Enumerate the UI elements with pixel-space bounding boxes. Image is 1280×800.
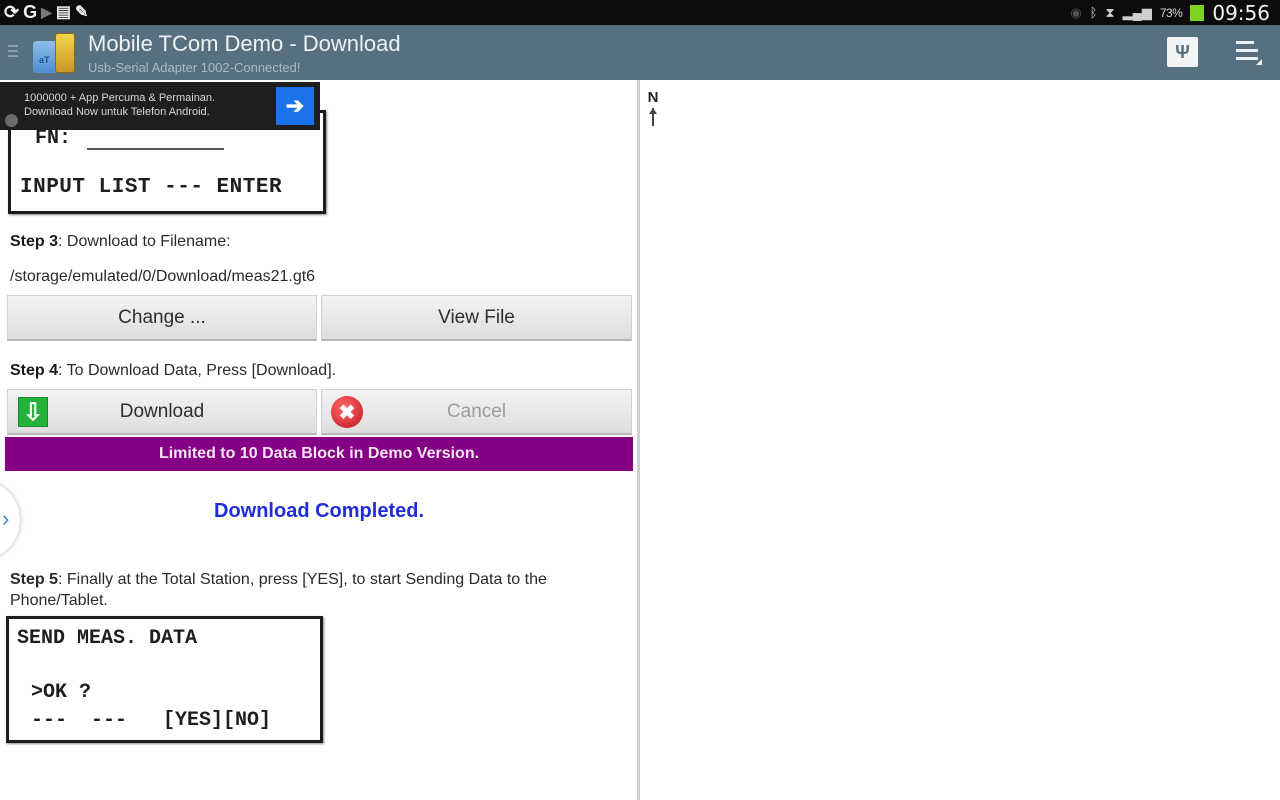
lcd-fn-underline: [87, 148, 224, 150]
overflow-menu-button[interactable]: [1236, 41, 1264, 67]
ad-banner[interactable]: 1000000 + App Percuma & Permainan. Downl…: [0, 82, 320, 130]
view-file-button[interactable]: View File: [321, 295, 632, 341]
step-4-description: : To Download Data, Press [Download].: [58, 362, 337, 379]
clipboard-icon: ▤: [55, 4, 72, 21]
cancel-button[interactable]: ✖ Cancel: [321, 389, 632, 435]
north-arrow-icon: [649, 108, 657, 126]
eye-icon: ◉: [1070, 4, 1082, 20]
edit-icon: ✎: [75, 4, 89, 21]
download-button[interactable]: ⇩ Download: [7, 389, 317, 435]
lcd-send-line-3: --- --- [YES][NO]: [31, 709, 272, 732]
ad-go-button[interactable]: ➔: [276, 87, 314, 125]
download-arrow-icon: ⇩: [18, 397, 48, 427]
step-4-text: Step 4: To Download Data, Press [Downloa…: [10, 362, 336, 380]
lcd-input-list-line: INPUT LIST --- ENTER: [20, 176, 283, 199]
total-station-icon: [55, 33, 75, 73]
cancel-label: Cancel: [446, 400, 507, 422]
download-status: Download Completed.: [214, 500, 424, 522]
signal-icon: ▂▄▆: [1122, 4, 1152, 20]
chevron-right-icon: ›: [2, 506, 10, 531]
demo-limit-notice: Limited to 10 Data Block in Demo Version…: [5, 437, 633, 471]
plot-pane[interactable]: N: [640, 80, 1280, 800]
ad-line-2: Download Now untuk Telefon Android.: [24, 106, 210, 118]
step-5-label: Step 5: [10, 571, 59, 588]
clock: 09:56: [1212, 0, 1270, 25]
notification-icons: ⟳ G ▶ ▤ ✎: [4, 2, 88, 22]
cancel-x-icon: ✖: [331, 396, 363, 428]
wifi-icon: ⧗: [1105, 4, 1115, 20]
side-panel-toggle[interactable]: ›: [0, 480, 20, 560]
ad-line-1: 1000000 + App Percuma & Permainan.: [24, 92, 216, 104]
app-icon-label: aT: [39, 55, 50, 65]
step-3-text: Step 3: Download to Filename:: [10, 233, 231, 251]
lcd-send-line-1: SEND MEAS. DATA: [17, 627, 198, 650]
step-3-label: Step 3: [10, 233, 59, 250]
arrow-right-icon: ➔: [285, 93, 305, 118]
north-label: N: [647, 89, 659, 106]
usb-button[interactable]: Ψ: [1167, 37, 1198, 67]
step-5-text: Step 5: Finally at the Total Station, pr…: [10, 569, 630, 611]
step-3-description: : Download to Filename:: [58, 233, 231, 250]
connection-status: Usb-Serial Adapter 1002-Connected!: [88, 60, 301, 75]
app-title: Mobile TCom Demo - Download: [88, 31, 401, 56]
step-5-description: : Finally at the Total Station, press [Y…: [10, 571, 547, 609]
action-bar: aT Mobile TCom Demo - Download Usb-Seria…: [0, 25, 1280, 80]
battery-percent: 73%: [1159, 5, 1183, 20]
change-file-label: Change ...: [118, 306, 206, 328]
usb-icon: Ψ: [1175, 41, 1190, 62]
step-4-label: Step 4: [10, 362, 59, 379]
battery-icon: [1190, 4, 1205, 21]
lcd-send-line-2: >OK ?: [31, 681, 92, 704]
change-file-button[interactable]: Change ...: [7, 295, 317, 341]
download-file-path: /storage/emulated/0/Download/meas21.gt6: [10, 268, 316, 285]
bluetooth-icon: ᛒ: [1089, 5, 1098, 20]
instructions-pane: FN: INPUT LIST --- ENTER 1000000 + App P…: [0, 80, 638, 800]
drawer-handle-icon[interactable]: [8, 45, 18, 60]
overflow-menu-icon: [1256, 59, 1262, 65]
lcd-screen-send-data: SEND MEAS. DATA >OK ? --- --- [YES][NO]: [6, 616, 323, 743]
download-label: Download: [119, 400, 205, 422]
app-icon[interactable]: aT: [33, 33, 79, 75]
ad-info-icon[interactable]: [5, 114, 18, 127]
ad-text: 1000000 + App Percuma & Permainan. Downl…: [24, 91, 215, 119]
system-icons: ◉ ᛒ ⧗ ▂▄▆ 73% 09:56: [1070, 0, 1270, 25]
lcd-fn-label: FN:: [35, 127, 72, 150]
view-file-label: View File: [438, 306, 515, 328]
sync-icon: ⟳: [4, 1, 20, 22]
status-bar: ⟳ G ▶ ▤ ✎ ◉ ᛒ ⧗ ▂▄▆ 73% 09:56: [0, 0, 1280, 25]
google-icon: G: [23, 1, 38, 22]
play-icon: ▶: [41, 3, 52, 20]
